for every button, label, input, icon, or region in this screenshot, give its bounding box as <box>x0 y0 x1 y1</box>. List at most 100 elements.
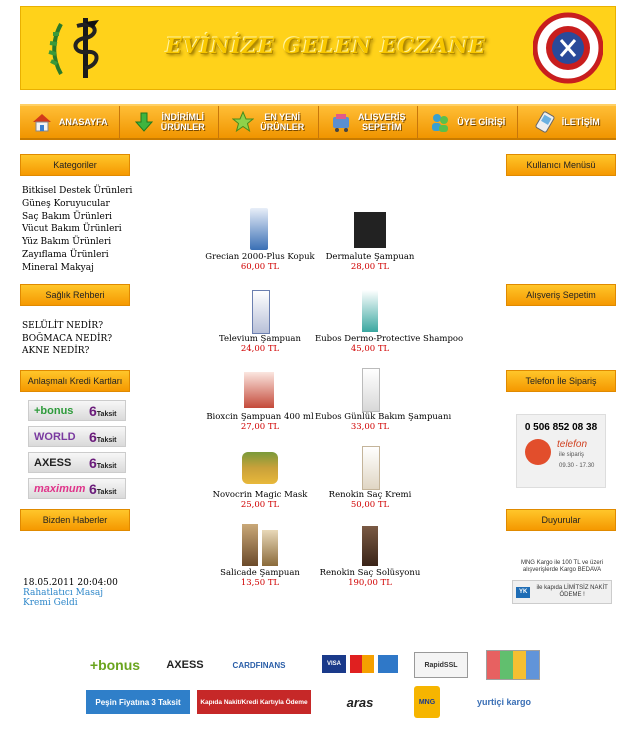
guide-link[interactable]: SELÜLİT NEDİR? <box>22 320 112 333</box>
product-image[interactable] <box>348 208 392 250</box>
footer-installment-banner: Peşin Fiyatına 3 Taksit <box>86 690 190 714</box>
category-link[interactable]: Güneş Koruyucular <box>22 198 132 211</box>
site-title: EVİNİZE GELEN ECZANE <box>165 33 487 58</box>
guide-link[interactable]: AKNE NEDİR? <box>22 345 112 358</box>
nav-new-products[interactable]: EN YENİ ÜRÜNLER <box>219 106 319 138</box>
news-header: Bizden Haberler <box>20 509 130 531</box>
product-price: 50,00 TL <box>350 500 390 510</box>
product-image[interactable] <box>238 290 282 334</box>
product-image[interactable] <box>238 368 282 410</box>
strip-text: ile kapıda LİMİTSİZ NAKİT ÖDEME ! <box>536 585 608 598</box>
nav-home[interactable]: ANASAYFA <box>20 106 120 138</box>
category-link[interactable]: Mineral Makyaj <box>22 262 132 275</box>
yurtici-logo: YK <box>516 586 531 598</box>
news-item: 18.05.2011 20:04:00 Rahatlatıcı Masaj Kr… <box>23 578 123 608</box>
health-guide-list: SELÜLİT NEDİR? BOĞMACA NEDİR? AKNE NEDİR… <box>22 320 112 358</box>
product-name[interactable]: Renokin Saç Solüsyonu <box>315 568 425 578</box>
nav-discounted-products[interactable]: İNDİRİMLİ ÜRÜNLER <box>119 106 219 138</box>
category-link[interactable]: Bitkisel Destek Ürünleri <box>22 185 132 198</box>
shopping-cart-header: Alışveriş Sepetim <box>506 284 616 306</box>
down-arrow-icon <box>134 112 153 132</box>
nav-member-login[interactable]: ÜYE GİRİŞİ <box>418 106 518 138</box>
phone-number: 0 506 852 08 38 <box>524 422 598 433</box>
nav-login-label: ÜYE GİRİŞİ <box>457 117 506 127</box>
product-image[interactable] <box>348 368 392 412</box>
nav-contact-label: İLETİŞİM <box>561 117 600 127</box>
footer-aras-logo: aras <box>346 694 374 710</box>
home-icon <box>32 114 51 132</box>
amex-icon <box>378 655 398 673</box>
main-navigation: ANASAYFA İNDİRİMLİ ÜRÜNLER EN YENİ ÜRÜNL… <box>20 104 616 140</box>
product-name[interactable]: Televium Şampuan <box>205 334 315 344</box>
product-price: 13,50 TL <box>240 578 280 588</box>
category-link[interactable]: Zayıflama Ürünleri <box>22 249 132 262</box>
product-name[interactable]: Salicade Şampuan <box>205 568 315 578</box>
users-icon <box>432 114 449 132</box>
product-card[interactable]: Grecian 2000-Plus Kopuk 60,00 TL <box>205 208 315 272</box>
footer-bonus-logo: +bonus <box>89 657 141 673</box>
product-name[interactable]: Bioxcin Şampuan 400 ml <box>205 412 315 422</box>
card-brand: +bonus <box>34 404 74 417</box>
product-name[interactable]: Eubos Günlük Bakım Şampuanı <box>315 412 451 422</box>
card-brand: AXESS <box>34 456 72 469</box>
footer-rapidssl-badge: RapidSSL <box>414 652 468 678</box>
product-price: 190,00 TL <box>348 578 392 588</box>
product-card[interactable]: Dermalute Şampuan 28,00 TL <box>315 208 425 272</box>
product-image[interactable] <box>238 446 282 488</box>
telephone-icon <box>525 439 551 465</box>
header-banner: EVİNİZE GELEN ECZANE <box>20 6 616 90</box>
cash-on-delivery-strip: YK ile kapıda LİMİTSİZ NAKİT ÖDEME ! <box>512 580 612 604</box>
categories-list: Bitkisel Destek Ürünleri Güneş Koruyucul… <box>22 185 132 275</box>
nav-home-label: ANASAYFA <box>58 117 108 127</box>
product-name[interactable]: Dermalute Şampuan <box>315 252 425 262</box>
guide-link[interactable]: BOĞMACA NEDİR? <box>22 333 112 346</box>
product-image[interactable] <box>238 208 282 250</box>
credit-card-maximum: maximum 6Taksit <box>28 478 126 499</box>
card-brand: maximum <box>34 482 86 495</box>
footer-visa-logo: VISA <box>322 655 346 673</box>
product-image[interactable] <box>348 524 392 566</box>
category-link[interactable]: Yüz Bakım Ürünleri <box>22 236 132 249</box>
product-image[interactable] <box>238 524 282 566</box>
announcements-header: Duyurular <box>506 509 616 531</box>
product-card[interactable]: Renokin Saç Kremi 50,00 TL <box>315 446 425 510</box>
phone-subtitle: ile sipariş <box>559 452 585 458</box>
product-price: 28,00 TL <box>350 262 390 272</box>
product-card[interactable]: Eubos Günlük Bakım Şampuanı 33,00 TL <box>315 368 451 432</box>
phone-icon <box>535 111 555 133</box>
pharmacy-caduceus-logo <box>48 18 99 78</box>
nav-cart-label: ALIŞVERİŞ SEPETİM <box>357 112 406 132</box>
nav-contact[interactable]: İLETİŞİM <box>517 106 616 138</box>
category-link[interactable]: Vücut Bakım Ürünleri <box>22 223 132 236</box>
product-card[interactable]: Salicade Şampuan 13,50 TL <box>205 524 315 588</box>
product-card[interactable]: Renokin Saç Solüsyonu 190,00 TL <box>315 524 425 588</box>
product-price: 27,00 TL <box>240 422 280 432</box>
credit-card-bonus: +bonus 6Taksit <box>28 400 126 421</box>
news-date: 18.05.2011 20:04:00 <box>23 578 118 588</box>
product-price: 60,00 TL <box>240 262 280 272</box>
footer-cardfinans-logo: CARDFINANS <box>232 660 286 670</box>
product-price: 33,00 TL <box>350 422 390 432</box>
security-badge-icon <box>486 650 540 680</box>
product-name[interactable]: Grecian 2000-Plus Kopuk <box>205 252 315 262</box>
product-name[interactable]: Renokin Saç Kremi <box>315 490 425 500</box>
credit-card-world: WORLD 6Taksit <box>28 426 126 447</box>
product-card[interactable]: Eubos Dermo-Protective Shampoo 45,00 TL <box>315 290 463 354</box>
news-link[interactable]: Rahatlatıcı Masaj Kremi Geldi <box>23 588 123 608</box>
product-image[interactable] <box>348 290 392 332</box>
nav-shopping-cart[interactable]: ALIŞVERİŞ SEPETİM <box>318 106 418 138</box>
categories-header: Kategoriler <box>20 154 130 176</box>
product-name[interactable]: Novocrin Magic Mask <box>205 490 315 500</box>
installment-badge: 6Taksit <box>89 454 117 471</box>
product-name[interactable]: Eubos Dermo-Protective Shampoo <box>315 334 463 344</box>
footer-axess-logo: AXESS <box>166 659 204 671</box>
product-image[interactable] <box>348 446 392 490</box>
category-link[interactable]: Saç Bakım Ürünleri <box>22 211 132 224</box>
product-card[interactable]: Televium Şampuan 24,00 TL <box>205 290 315 354</box>
user-menu-header: Kullanıcı Menüsü <box>506 154 616 176</box>
product-card[interactable]: Bioxcin Şampuan 400 ml 27,00 TL <box>205 368 315 432</box>
product-card[interactable]: Novocrin Magic Mask 25,00 TL <box>205 446 315 510</box>
footer-yurtici-logo: yurtiçi kargo <box>476 697 532 707</box>
phone-word: telefon <box>557 439 588 450</box>
nav-new-label: EN YENİ ÜRÜNLER <box>260 112 305 132</box>
